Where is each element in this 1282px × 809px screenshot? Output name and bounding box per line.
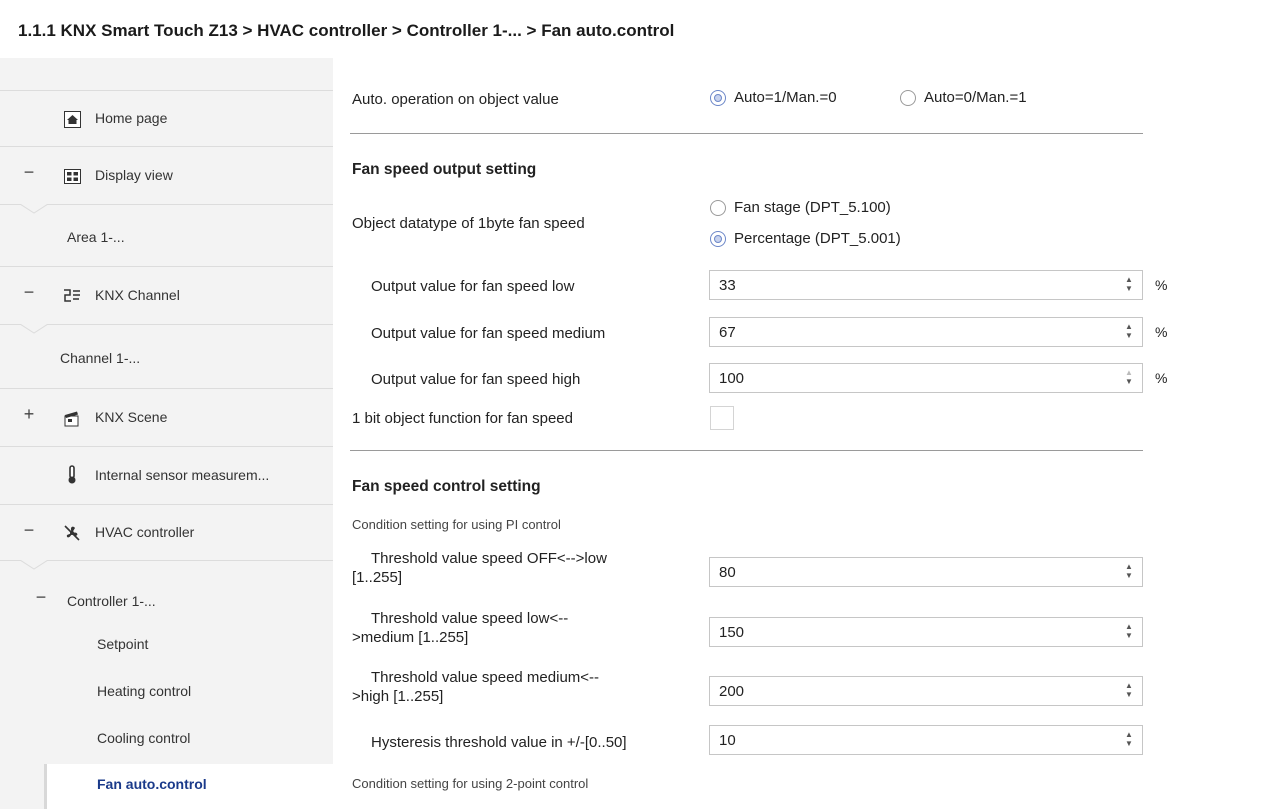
spinbox-value: 80: [719, 564, 736, 581]
radio-selected-icon: [710, 230, 726, 247]
tree-notch: [20, 560, 48, 570]
section-divider: [350, 450, 1143, 451]
sidebar-tree: Home page − Display view Area 1-... − KN…: [0, 58, 333, 809]
radio-unselected-icon: [710, 199, 726, 216]
radio-label: Percentage (DPT_5.001): [734, 230, 901, 247]
sidebar-item-label: Cooling control: [97, 730, 191, 746]
output-high-label: Output value for fan speed high: [371, 371, 581, 388]
radio-label: Auto=1/Man.=0: [734, 89, 837, 106]
sidebar-item-label: KNX Scene: [95, 409, 168, 425]
sidebar-item-controller-1[interactable]: − Controller 1-...: [0, 560, 333, 626]
fan-icon: [62, 523, 82, 543]
radio-label: Fan stage (DPT_5.100): [734, 199, 891, 216]
sidebar-item-cooling-control[interactable]: Cooling control: [0, 718, 333, 764]
sidebar-item-knx-scene[interactable]: + KNX Scene: [0, 388, 333, 446]
radio-unselected-icon: [900, 89, 916, 106]
tree-notch: [20, 204, 48, 214]
sidebar-item-label: HVAC controller: [95, 524, 195, 540]
threshold-low-medium-label: Threshold value speed low<-- >medium [1.…: [352, 610, 569, 646]
sidebar-item-channel-1[interactable]: Channel 1-...: [0, 324, 333, 388]
radio-label: Auto=0/Man.=1: [924, 89, 1027, 106]
expand-toggle[interactable]: +: [22, 404, 36, 425]
clapperboard-icon: [62, 408, 82, 428]
spinbox-value: 150: [719, 624, 745, 641]
channel-icon: [62, 286, 82, 306]
radio-percentage[interactable]: Percentage (DPT_5.001): [710, 230, 901, 247]
spinbox-value: 67: [719, 324, 736, 341]
sidebar-item-label: Display view: [95, 167, 173, 183]
sidebar-item-fan-auto-control[interactable]: Fan auto.control: [44, 764, 333, 809]
sidebar-item-internal-sensor[interactable]: Internal sensor measurem...: [0, 446, 333, 504]
sidebar-item-label: Fan auto.control: [97, 776, 207, 792]
threshold-low-medium-spinbox[interactable]: 150 ▲ ▼: [709, 617, 1143, 647]
collapse-toggle[interactable]: −: [22, 282, 36, 303]
collapse-toggle[interactable]: −: [22, 162, 36, 183]
radio-auto1-man0[interactable]: Auto=1/Man.=0: [710, 89, 837, 106]
radio-fan-stage[interactable]: Fan stage (DPT_5.100): [710, 199, 891, 216]
sidebar-item-heating-control[interactable]: Heating control: [0, 672, 333, 718]
threshold-off-low-spinbox[interactable]: 80 ▲ ▼: [709, 557, 1143, 587]
sidebar-item-setpoint[interactable]: Setpoint: [0, 626, 333, 672]
sidebar-item-label: Setpoint: [97, 636, 149, 652]
sidebar-item-label: KNX Channel: [95, 287, 180, 303]
output-medium-spinbox[interactable]: 67 ▲ ▼: [709, 317, 1143, 347]
tree-notch: [20, 324, 48, 334]
radio-auto0-man1[interactable]: Auto=0/Man.=1: [900, 89, 1027, 106]
spinbox-value: 10: [719, 732, 736, 749]
radio-selected-icon: [710, 89, 726, 106]
section-divider: [350, 133, 1143, 134]
breadcrumb: 1.1.1 KNX Smart Touch Z13 > HVAC control…: [18, 21, 675, 40]
two-point-control-note: Condition setting for using 2-point cont…: [352, 776, 589, 791]
hysteresis-spinbox[interactable]: 10 ▲ ▼: [709, 725, 1143, 755]
spin-arrows-icon[interactable]: ▲ ▼: [1124, 322, 1134, 342]
collapse-toggle[interactable]: −: [34, 587, 48, 608]
home-icon: [62, 109, 82, 129]
one-bit-label: 1 bit object function for fan speed: [352, 410, 573, 427]
spin-arrows-icon[interactable]: ▲ ▼: [1124, 562, 1134, 582]
datatype-label: Object datatype of 1byte fan speed: [352, 215, 585, 232]
sidebar-item-label: Controller 1-...: [67, 593, 156, 609]
spin-arrows-icon[interactable]: ▲ ▼: [1124, 622, 1134, 642]
pi-control-note: Condition setting for using PI control: [352, 517, 561, 532]
hysteresis-label: Hysteresis threshold value in +/-[0..50]: [371, 734, 627, 751]
spin-arrows-icon[interactable]: ▲ ▼: [1124, 275, 1134, 295]
output-low-spinbox[interactable]: 33 ▲ ▼: [709, 270, 1143, 300]
sidebar-item-label: Home page: [95, 110, 168, 126]
sidebar-item-home-page[interactable]: Home page: [0, 90, 333, 146]
sidebar-item-display-view[interactable]: − Display view: [0, 146, 333, 204]
auto-operation-label: Auto. operation on object value: [352, 91, 559, 108]
sidebar-item-hvac-controller[interactable]: − HVAC controller: [0, 504, 333, 560]
unit-label: %: [1155, 324, 1168, 340]
collapse-toggle[interactable]: −: [22, 520, 36, 541]
sidebar-item-knx-channel[interactable]: − KNX Channel: [0, 266, 333, 324]
threshold-medium-high-spinbox[interactable]: 200 ▲ ▼: [709, 676, 1143, 706]
spinbox-value: 200: [719, 683, 745, 700]
spin-arrows-icon[interactable]: ▲ ▼: [1124, 368, 1134, 388]
spin-arrows-icon[interactable]: ▲ ▼: [1124, 681, 1134, 701]
sidebar-item-label: Heating control: [97, 683, 192, 699]
spinbox-value: 100: [719, 370, 745, 387]
output-high-spinbox[interactable]: 100 ▲ ▼: [709, 363, 1143, 393]
threshold-medium-high-label: Threshold value speed medium<-- >high [1…: [352, 669, 600, 705]
unit-label: %: [1155, 277, 1168, 293]
one-bit-checkbox[interactable]: [710, 406, 734, 430]
spinbox-value: 33: [719, 277, 736, 294]
sidebar-item-area-1[interactable]: Area 1-...: [0, 204, 333, 266]
sidebar-top-cut: [0, 58, 333, 90]
sidebar-item-label: Internal sensor measurem...: [95, 467, 270, 483]
parameter-panel: Auto. operation on object value Auto=1/M…: [333, 58, 1282, 809]
grid-icon: [62, 166, 82, 186]
thermometer-icon: [62, 465, 82, 485]
output-low-label: Output value for fan speed low: [371, 278, 575, 295]
fan-control-section-title: Fan speed control setting: [352, 478, 541, 495]
output-medium-label: Output value for fan speed medium: [371, 325, 606, 342]
unit-label: %: [1155, 370, 1168, 386]
spin-arrows-icon[interactable]: ▲ ▼: [1124, 730, 1134, 750]
sidebar-item-label: Area 1-...: [67, 229, 125, 245]
fan-output-section-title: Fan speed output setting: [352, 161, 537, 178]
threshold-off-low-label: Threshold value speed OFF<-->low [1..255…: [352, 550, 607, 586]
sidebar-item-label: Channel 1-...: [60, 350, 141, 366]
